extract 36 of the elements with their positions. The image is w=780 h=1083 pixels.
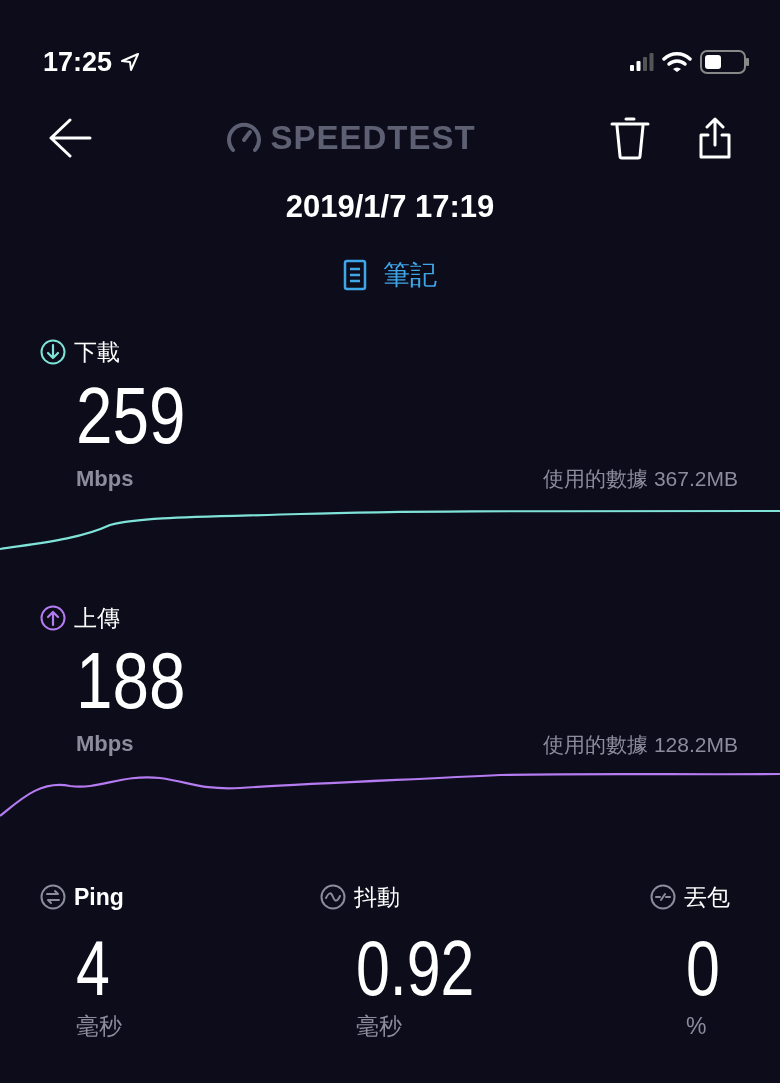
share-button[interactable]: [698, 117, 732, 159]
metric-unit: 毫秒: [355, 1011, 402, 1041]
speed-value: 259: [76, 375, 186, 456]
metric-value: 4: [76, 928, 110, 1007]
trash-icon: [610, 116, 650, 160]
notes-link[interactable]: 筆記: [343, 254, 437, 295]
gauge-icon: [226, 122, 263, 154]
speed-unit: Mbps: [76, 464, 134, 493]
dash-circle-icon: [650, 884, 676, 911]
battery-icon: [700, 50, 750, 74]
metric-value: 0.92: [356, 928, 475, 1007]
wifi-icon: [662, 51, 692, 73]
metric-label: Ping: [74, 883, 124, 912]
speed-unit: Mbps: [76, 730, 134, 758]
ping-icon: [40, 884, 66, 911]
metric-label: 丟包: [684, 883, 730, 912]
app-logo: SPEEDTEST: [270, 118, 476, 159]
speed-value: 188: [76, 641, 186, 721]
metric-value: 0: [686, 928, 720, 1007]
test-date: 2019/1/7 17:19: [284, 188, 496, 226]
notes-icon: [343, 258, 367, 291]
metric-unit: 毫秒: [75, 1011, 122, 1041]
share-icon: [698, 117, 732, 159]
data-used-text: 使用的數據 367.2MB: [543, 466, 738, 492]
speed-label: 下載: [74, 338, 120, 367]
back-button[interactable]: [48, 118, 92, 158]
back-arrow-icon: [48, 118, 92, 158]
metric-unit: %: [685, 1011, 707, 1041]
metric-label: 抖動: [354, 883, 400, 912]
wave-icon: [320, 884, 346, 911]
delete-button[interactable]: [610, 116, 650, 160]
data-used-text: 使用的數據 128.2MB: [543, 731, 738, 758]
location-arrow-icon: [120, 52, 141, 72]
signal-icon: [630, 53, 654, 71]
clock-time: 17:25: [43, 45, 113, 79]
speed-label: 上傳: [74, 603, 120, 633]
